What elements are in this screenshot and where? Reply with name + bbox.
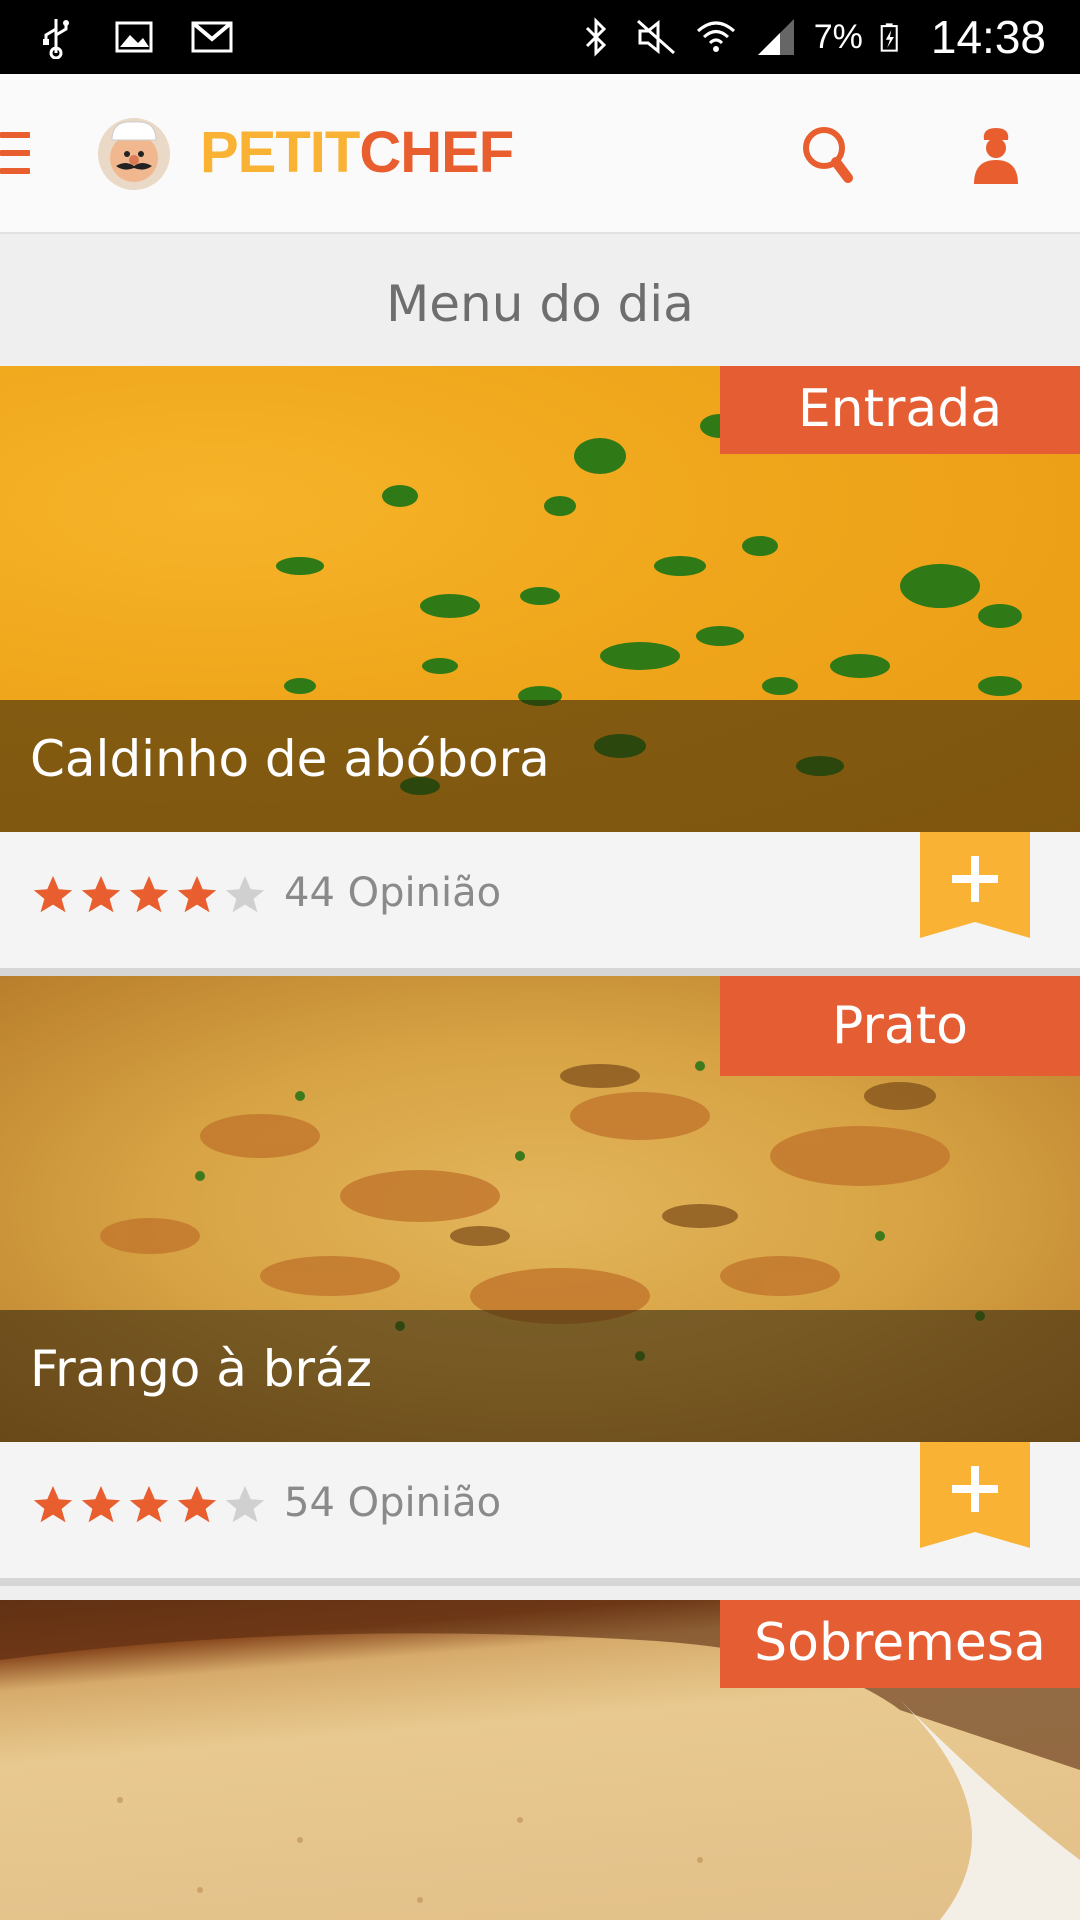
recipe-image[interactable]: Sobremesa: [0, 1600, 1080, 1920]
course-tag: Prato: [720, 976, 1080, 1076]
star-filled-icon: [81, 875, 121, 913]
battery-percent: 7%: [813, 17, 863, 56]
course-tag: Entrada: [720, 366, 1080, 454]
bluetooth-icon: [585, 17, 606, 57]
recipe-name[interactable]: Caldinho de abóbora: [30, 730, 550, 788]
system-status: 7% 14:38: [574, 8, 1046, 66]
star-filled-icon: [33, 875, 73, 913]
recipe-caption: Caldinho de abóbora: [0, 700, 1080, 832]
recipe-caption: Frango à bráz: [0, 1310, 1080, 1442]
wifi-icon: [696, 21, 735, 52]
review-count[interactable]: 44 Opinião: [284, 870, 501, 916]
star-filled-icon: [129, 875, 169, 913]
star-empty-icon: [225, 1485, 265, 1523]
review-count[interactable]: 54 Opinião: [284, 1480, 501, 1526]
recipe-name[interactable]: Frango à bráz: [30, 1340, 372, 1398]
mute-icon: [636, 19, 675, 55]
gmail-icon: [191, 21, 233, 53]
star-filled-icon: [81, 1485, 121, 1523]
chef-logo-icon: [98, 118, 170, 190]
rating-stars: [30, 872, 268, 918]
recipe-footer: 54 Opinião: [0, 1442, 1080, 1586]
menu-icon[interactable]: [0, 132, 30, 176]
recipe-card[interactable]: Prato Frango à bráz 54 Opinião: [0, 976, 1080, 1586]
recipe-footer: 44 Opinião: [0, 832, 1080, 976]
recipe-image[interactable]: Entrada Caldinho de abóbora: [0, 366, 1080, 832]
logo-chef: CHEF: [359, 120, 514, 185]
status-bar: 7% 14:38: [0, 0, 1080, 74]
signal-icon: [757, 19, 794, 55]
star-filled-icon: [177, 875, 217, 913]
battery-charging-icon: [880, 23, 898, 52]
logo-petit: PETIT: [200, 120, 360, 185]
star-empty-icon: [225, 875, 265, 913]
clock: 14:38: [930, 11, 1046, 63]
plus-bookmark-icon[interactable]: [920, 1442, 1030, 1548]
usb-icon: [43, 19, 69, 59]
chef-profile-icon[interactable]: [968, 124, 1024, 186]
section-title: Menu do dia: [0, 234, 1080, 366]
plus-bookmark-icon[interactable]: [920, 832, 1030, 938]
star-filled-icon: [177, 1485, 217, 1523]
rating-stars: [30, 1482, 268, 1528]
app-logo: PETITCHEF: [200, 118, 514, 188]
star-filled-icon: [33, 1485, 73, 1523]
app-bar: PETITCHEF: [0, 74, 1080, 234]
recipe-card[interactable]: Entrada Caldinho de abóbora 44 Opinião: [0, 366, 1080, 976]
recipe-image[interactable]: Prato Frango à bráz: [0, 976, 1080, 1442]
recipe-card[interactable]: Sobremesa: [0, 1600, 1080, 1920]
notification-icons: [34, 12, 234, 62]
course-tag: Sobremesa: [720, 1600, 1080, 1688]
star-filled-icon: [129, 1485, 169, 1523]
search-icon[interactable]: [800, 124, 856, 186]
image-icon: [115, 21, 153, 53]
